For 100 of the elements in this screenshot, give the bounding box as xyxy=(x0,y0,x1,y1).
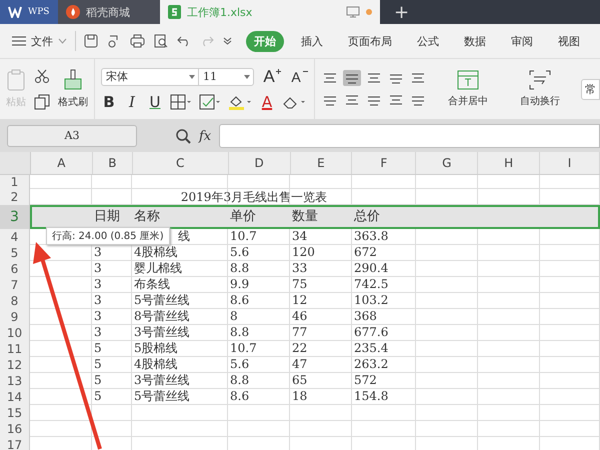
table-cell: 3 xyxy=(94,261,102,275)
new-tab-button[interactable]: + xyxy=(380,0,424,24)
font-color-button[interactable]: A xyxy=(259,93,275,111)
spreadsheet-icon xyxy=(168,5,181,19)
table-cell: 4股棉线 xyxy=(134,357,178,371)
table-cell: 263.2 xyxy=(354,357,388,371)
format-painter-button[interactable]: 格式刷 xyxy=(58,69,88,109)
ribbon-tab[interactable]: 插入 xyxy=(293,30,331,52)
chevron-down-icon[interactable] xyxy=(58,38,67,44)
row-header[interactable]: 5 xyxy=(0,245,29,261)
row-header[interactable]: 15 xyxy=(0,405,29,421)
column-header[interactable]: C xyxy=(132,152,229,174)
table-cell: 3 xyxy=(94,293,102,307)
row-header[interactable]: 16 xyxy=(0,421,29,437)
print-preview-icon[interactable] xyxy=(154,34,168,48)
ribbon-tab[interactable]: 视图 xyxy=(550,30,588,52)
function-label[interactable]: fx xyxy=(199,128,212,144)
column-header[interactable]: F xyxy=(352,152,416,174)
document-tab[interactable]: 稻壳商城 xyxy=(58,0,160,24)
row-header[interactable]: 9 xyxy=(0,309,29,325)
font-size-dropdown[interactable]: 11 xyxy=(198,68,254,86)
table-cell: 8.6 xyxy=(230,389,250,403)
ribbon-tab[interactable]: 公式 xyxy=(409,30,447,52)
table-cell: 10.7 xyxy=(230,229,257,243)
shrink-font-button[interactable]: A xyxy=(288,69,304,85)
wrap-text-icon xyxy=(529,70,551,90)
table-cell: 34 xyxy=(292,229,308,243)
underline-button[interactable]: U xyxy=(147,93,163,111)
row-header[interactable]: 2 xyxy=(0,189,29,205)
borders-icon[interactable] xyxy=(170,94,192,110)
row-header[interactable]: 7 xyxy=(0,277,29,293)
table-cell: 10.7 xyxy=(230,341,257,355)
align-icon[interactable] xyxy=(343,70,361,86)
copy-icon[interactable] xyxy=(34,94,50,110)
column-header[interactable]: H xyxy=(478,152,540,174)
name-box[interactable]: A3 xyxy=(7,125,137,147)
ribbon-tab[interactable]: 审阅 xyxy=(503,30,541,52)
row-header[interactable]: 1 xyxy=(0,175,29,189)
cell-style-dropdown[interactable]: 常 xyxy=(581,78,600,100)
table-cell: 33 xyxy=(292,261,308,275)
column-title: 数量 xyxy=(292,209,318,224)
cell-format-icon[interactable] xyxy=(199,94,221,110)
file-menu-button[interactable]: 文件 xyxy=(31,34,53,48)
wrap-text-button[interactable]: 自动换行 xyxy=(509,70,571,108)
row-header[interactable]: 8 xyxy=(0,293,29,309)
row-header[interactable]: 13 xyxy=(0,373,29,389)
caret-icon xyxy=(244,75,250,79)
table-cell: 3号蕾丝线 xyxy=(134,325,190,339)
ribbon-tab[interactable]: 页面布局 xyxy=(340,30,400,52)
table-cell: 8.8 xyxy=(230,325,250,339)
zoom-icon[interactable] xyxy=(175,128,191,144)
menu-icon[interactable] xyxy=(12,36,26,46)
column-header[interactable]: A xyxy=(30,152,93,174)
table-cell: 742.5 xyxy=(354,277,388,291)
table-cell: 5号蕾丝线 xyxy=(134,389,190,403)
monitor-icon[interactable] xyxy=(346,6,360,18)
column-header[interactable]: B xyxy=(92,152,133,174)
row-header[interactable]: 10 xyxy=(0,325,29,341)
formula-input[interactable] xyxy=(219,124,600,148)
table-cell: 235.4 xyxy=(354,341,388,355)
row-header[interactable]: 12 xyxy=(0,357,29,373)
minus-icon xyxy=(303,69,308,74)
bold-button[interactable]: B xyxy=(101,93,117,111)
italic-button[interactable]: I xyxy=(124,93,140,111)
column-header[interactable]: E xyxy=(290,152,352,174)
print-icon[interactable] xyxy=(130,34,145,48)
table-cell: 290.4 xyxy=(354,261,388,275)
font-name-dropdown[interactable]: 宋体 xyxy=(101,68,199,86)
row-header[interactable]: 17 xyxy=(0,437,29,450)
table-cell: 103.2 xyxy=(354,293,388,307)
table-cell: 5 xyxy=(94,357,102,371)
wps-logo-icon xyxy=(8,6,22,18)
cut-icon[interactable] xyxy=(34,68,50,84)
table-cell: 77 xyxy=(292,325,308,339)
column-header[interactable]: G xyxy=(416,152,478,174)
table-cell: 5股棉线 xyxy=(134,341,178,355)
table-cell: 8.6 xyxy=(230,293,250,307)
table-cell: 3 xyxy=(94,245,102,259)
table-cell: 5 xyxy=(94,373,102,387)
column-header[interactable]: I xyxy=(540,152,600,174)
column-title: 名称 xyxy=(134,209,160,224)
merge-cells-icon xyxy=(457,70,479,90)
row-header[interactable]: 11 xyxy=(0,341,29,357)
caret-icon xyxy=(189,75,195,79)
more-icon[interactable] xyxy=(223,37,232,45)
merge-center-button[interactable]: 合并居中 xyxy=(437,70,499,108)
row-header[interactable]: 6 xyxy=(0,261,29,277)
fill-color-icon[interactable] xyxy=(228,94,252,110)
ribbon-tab[interactable]: 数据 xyxy=(456,30,494,52)
grow-font-button[interactable]: A xyxy=(261,67,277,87)
clipboard-icon xyxy=(6,69,26,91)
document-tab[interactable]: WPS xyxy=(0,0,58,24)
row-header[interactable]: 14 xyxy=(0,389,29,405)
row-header[interactable]: 4 xyxy=(0,229,29,245)
flame-icon xyxy=(66,5,80,19)
column-header[interactable]: D xyxy=(228,152,291,174)
table-cell: 8 xyxy=(230,309,238,323)
save-icon[interactable] xyxy=(84,34,98,48)
undo-icon[interactable] xyxy=(177,35,191,47)
table-cell: 672 xyxy=(354,245,377,259)
